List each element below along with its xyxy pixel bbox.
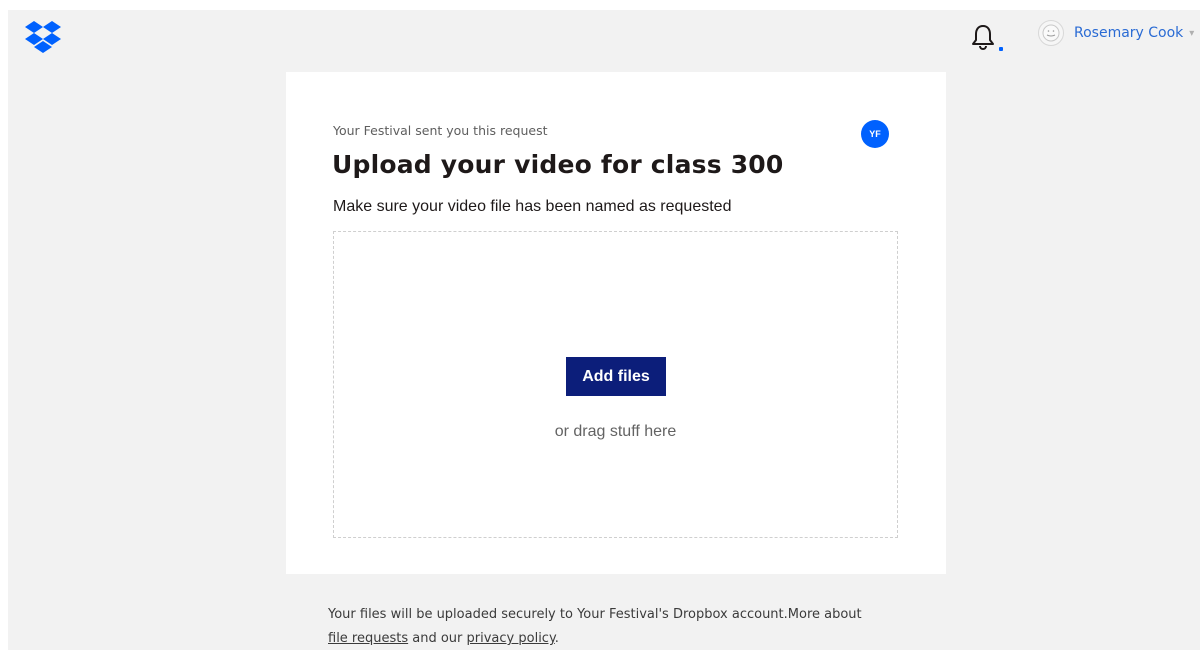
privacy-policy-link[interactable]: privacy policy <box>467 631 555 646</box>
notification-indicator <box>999 47 1003 51</box>
user-menu[interactable]: Rosemary Cook ▾ <box>1038 20 1194 46</box>
requester-avatar: YF <box>861 120 889 148</box>
footer-note: Your files will be uploaded securely to … <box>328 603 928 651</box>
add-files-button[interactable]: Add files <box>566 357 666 396</box>
page-background: Rosemary Cook ▾ Your Festival sent you t… <box>8 10 1200 650</box>
footer-and-text: and our <box>408 631 467 646</box>
request-description: Make sure your video file has been named… <box>333 198 732 215</box>
file-request-card: Your Festival sent you this request YF U… <box>286 72 946 574</box>
dropbox-logo-icon[interactable] <box>24 20 62 54</box>
bell-icon[interactable] <box>968 22 998 56</box>
page-title: Upload your video for class 300 <box>332 150 784 179</box>
file-dropzone[interactable]: Add files or drag stuff here <box>333 231 898 538</box>
user-name[interactable]: Rosemary Cook <box>1074 25 1183 41</box>
file-requests-link[interactable]: file requests <box>328 631 408 646</box>
footer-text: Your files will be uploaded securely to … <box>328 607 862 622</box>
footer-period: . <box>554 631 559 646</box>
user-avatar-icon <box>1038 20 1064 46</box>
chevron-down-icon[interactable]: ▾ <box>1189 28 1194 39</box>
drag-hint: or drag stuff here <box>554 423 677 440</box>
requester-line: Your Festival sent you this request <box>333 123 548 138</box>
